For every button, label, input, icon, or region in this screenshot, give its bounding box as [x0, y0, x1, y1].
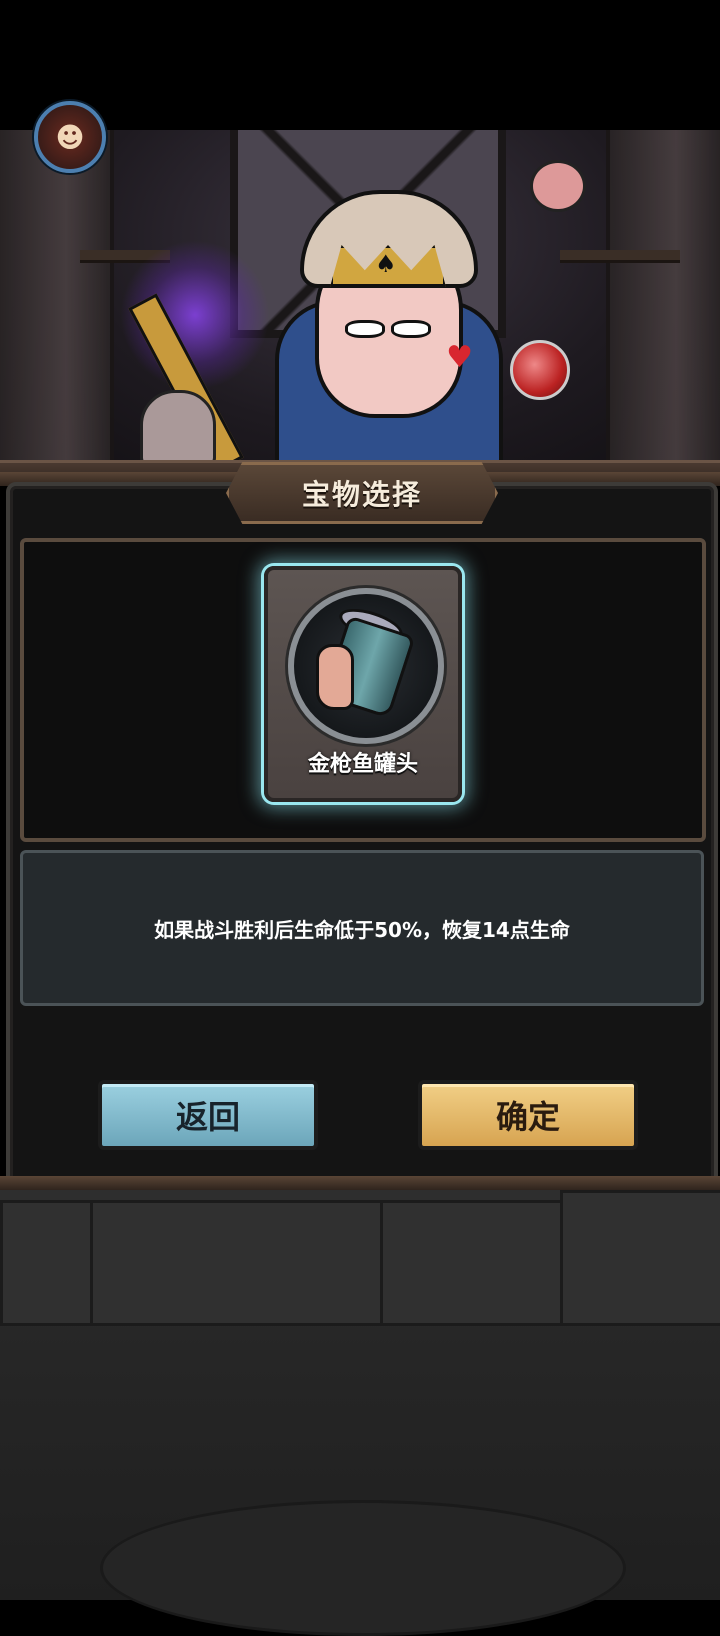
hanging-meat-prop [530, 160, 586, 212]
top-letterbox [0, 0, 720, 130]
merchant-shop-scene: ♠ ♥ [0, 130, 720, 485]
right-curtain [606, 130, 720, 485]
potion-flask-prop [510, 340, 570, 400]
item-description-box: 如果战斗胜利后生命低于50%，恢复14点生命 [20, 850, 704, 1006]
heart-icon: ♥ [446, 340, 473, 375]
wall-block [90, 1200, 386, 1326]
right-shelf [560, 250, 680, 263]
floor-platform [100, 1500, 626, 1636]
tuna-can-icon [288, 588, 444, 744]
title-plate: 宝物选择 [226, 462, 498, 524]
wall-block [560, 1190, 720, 1326]
player-avatar[interactable]: ☻ [34, 101, 106, 173]
merchant-right-eye [391, 320, 431, 338]
panel-bottom-trim [0, 1176, 720, 1190]
back-button[interactable]: 返回 [98, 1080, 318, 1150]
helmet-prop [140, 390, 216, 466]
left-curtain [0, 130, 114, 485]
spade-icon: ♠ [375, 250, 397, 278]
merchant-left-eye [345, 320, 385, 338]
wall-block [0, 1200, 96, 1326]
can-spill [316, 644, 354, 710]
page-title: 宝物选择 [301, 478, 422, 511]
item-description: 如果战斗胜利后生命低于50%，恢复14点生命 [154, 917, 570, 942]
treasure-item-card[interactable]: 金枪鱼罐头 [264, 566, 462, 802]
wall-block [380, 1200, 566, 1326]
avatar-face-icon: ☻ [55, 120, 85, 154]
item-name: 金枪鱼罐头 [307, 752, 418, 777]
merchant-character: ♠ ♥ [275, 190, 503, 485]
confirm-button[interactable]: 确定 [418, 1080, 638, 1150]
